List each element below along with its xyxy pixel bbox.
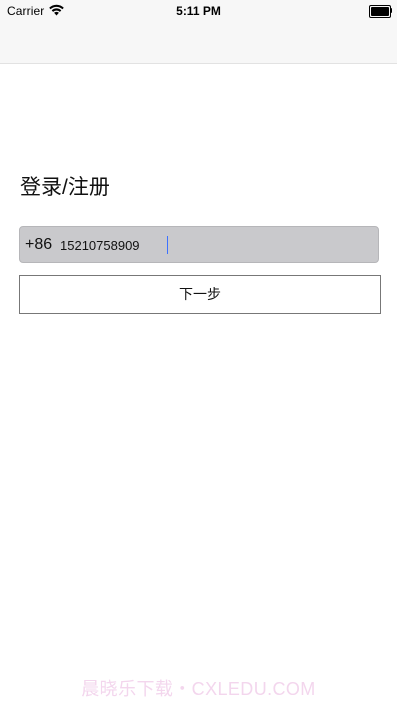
country-code-label[interactable]: +86 <box>25 236 52 254</box>
text-cursor <box>167 236 168 254</box>
watermark: 晨晓乐下载・CXLEDU.COM <box>81 679 316 699</box>
battery-fill <box>371 7 389 16</box>
phone-field[interactable]: +86 <box>19 226 379 263</box>
status-time: 5:11 PM <box>176 4 221 18</box>
phone-input[interactable] <box>60 232 360 258</box>
page-title: 登录/注册 <box>20 176 110 199</box>
navigation-bar <box>0 22 397 64</box>
next-button[interactable]: 下一步 <box>19 275 381 314</box>
login-screen: Carrier 5:11 PM 登录/注册 +86 下一步 晨晓乐下载・CXLE… <box>0 0 397 707</box>
battery-icon <box>369 5 392 18</box>
status-bar: Carrier 5:11 PM <box>0 0 397 22</box>
